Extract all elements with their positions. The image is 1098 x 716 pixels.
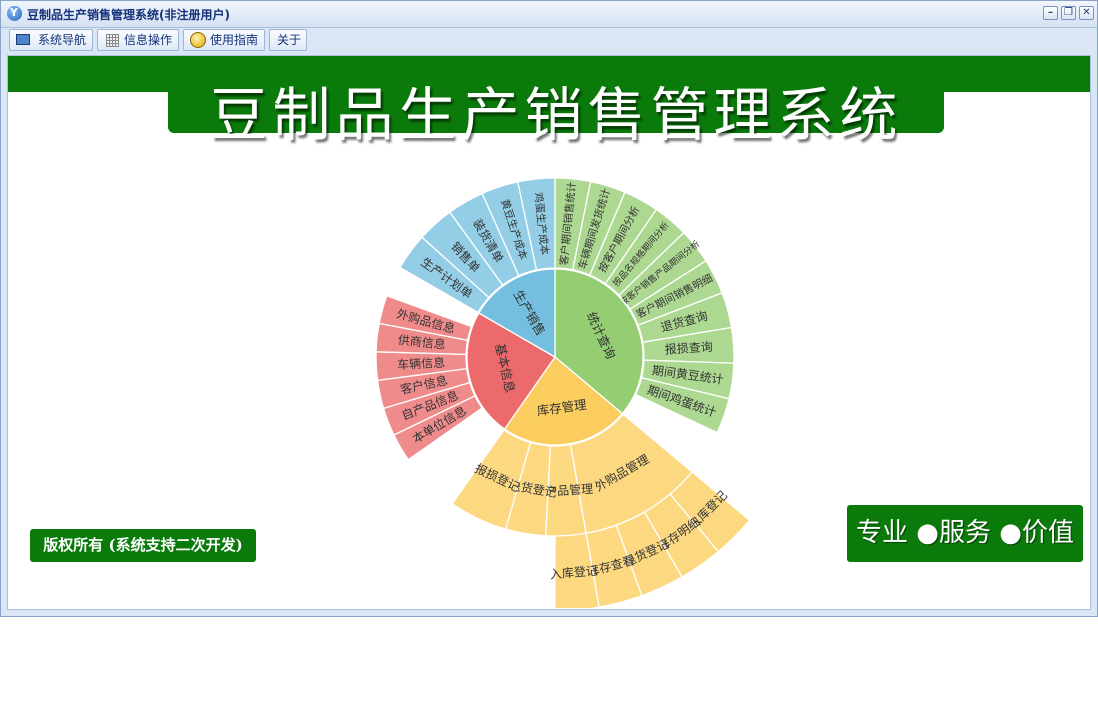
function-sunburst-menu: 客户期间销售统计车辆期间发货统计按客户期间分析按品名规格期间分析按客户销售产品期… xyxy=(375,177,751,608)
segment-label: 车辆信息 xyxy=(397,355,446,372)
segment-label: 报损查询 xyxy=(664,339,713,357)
